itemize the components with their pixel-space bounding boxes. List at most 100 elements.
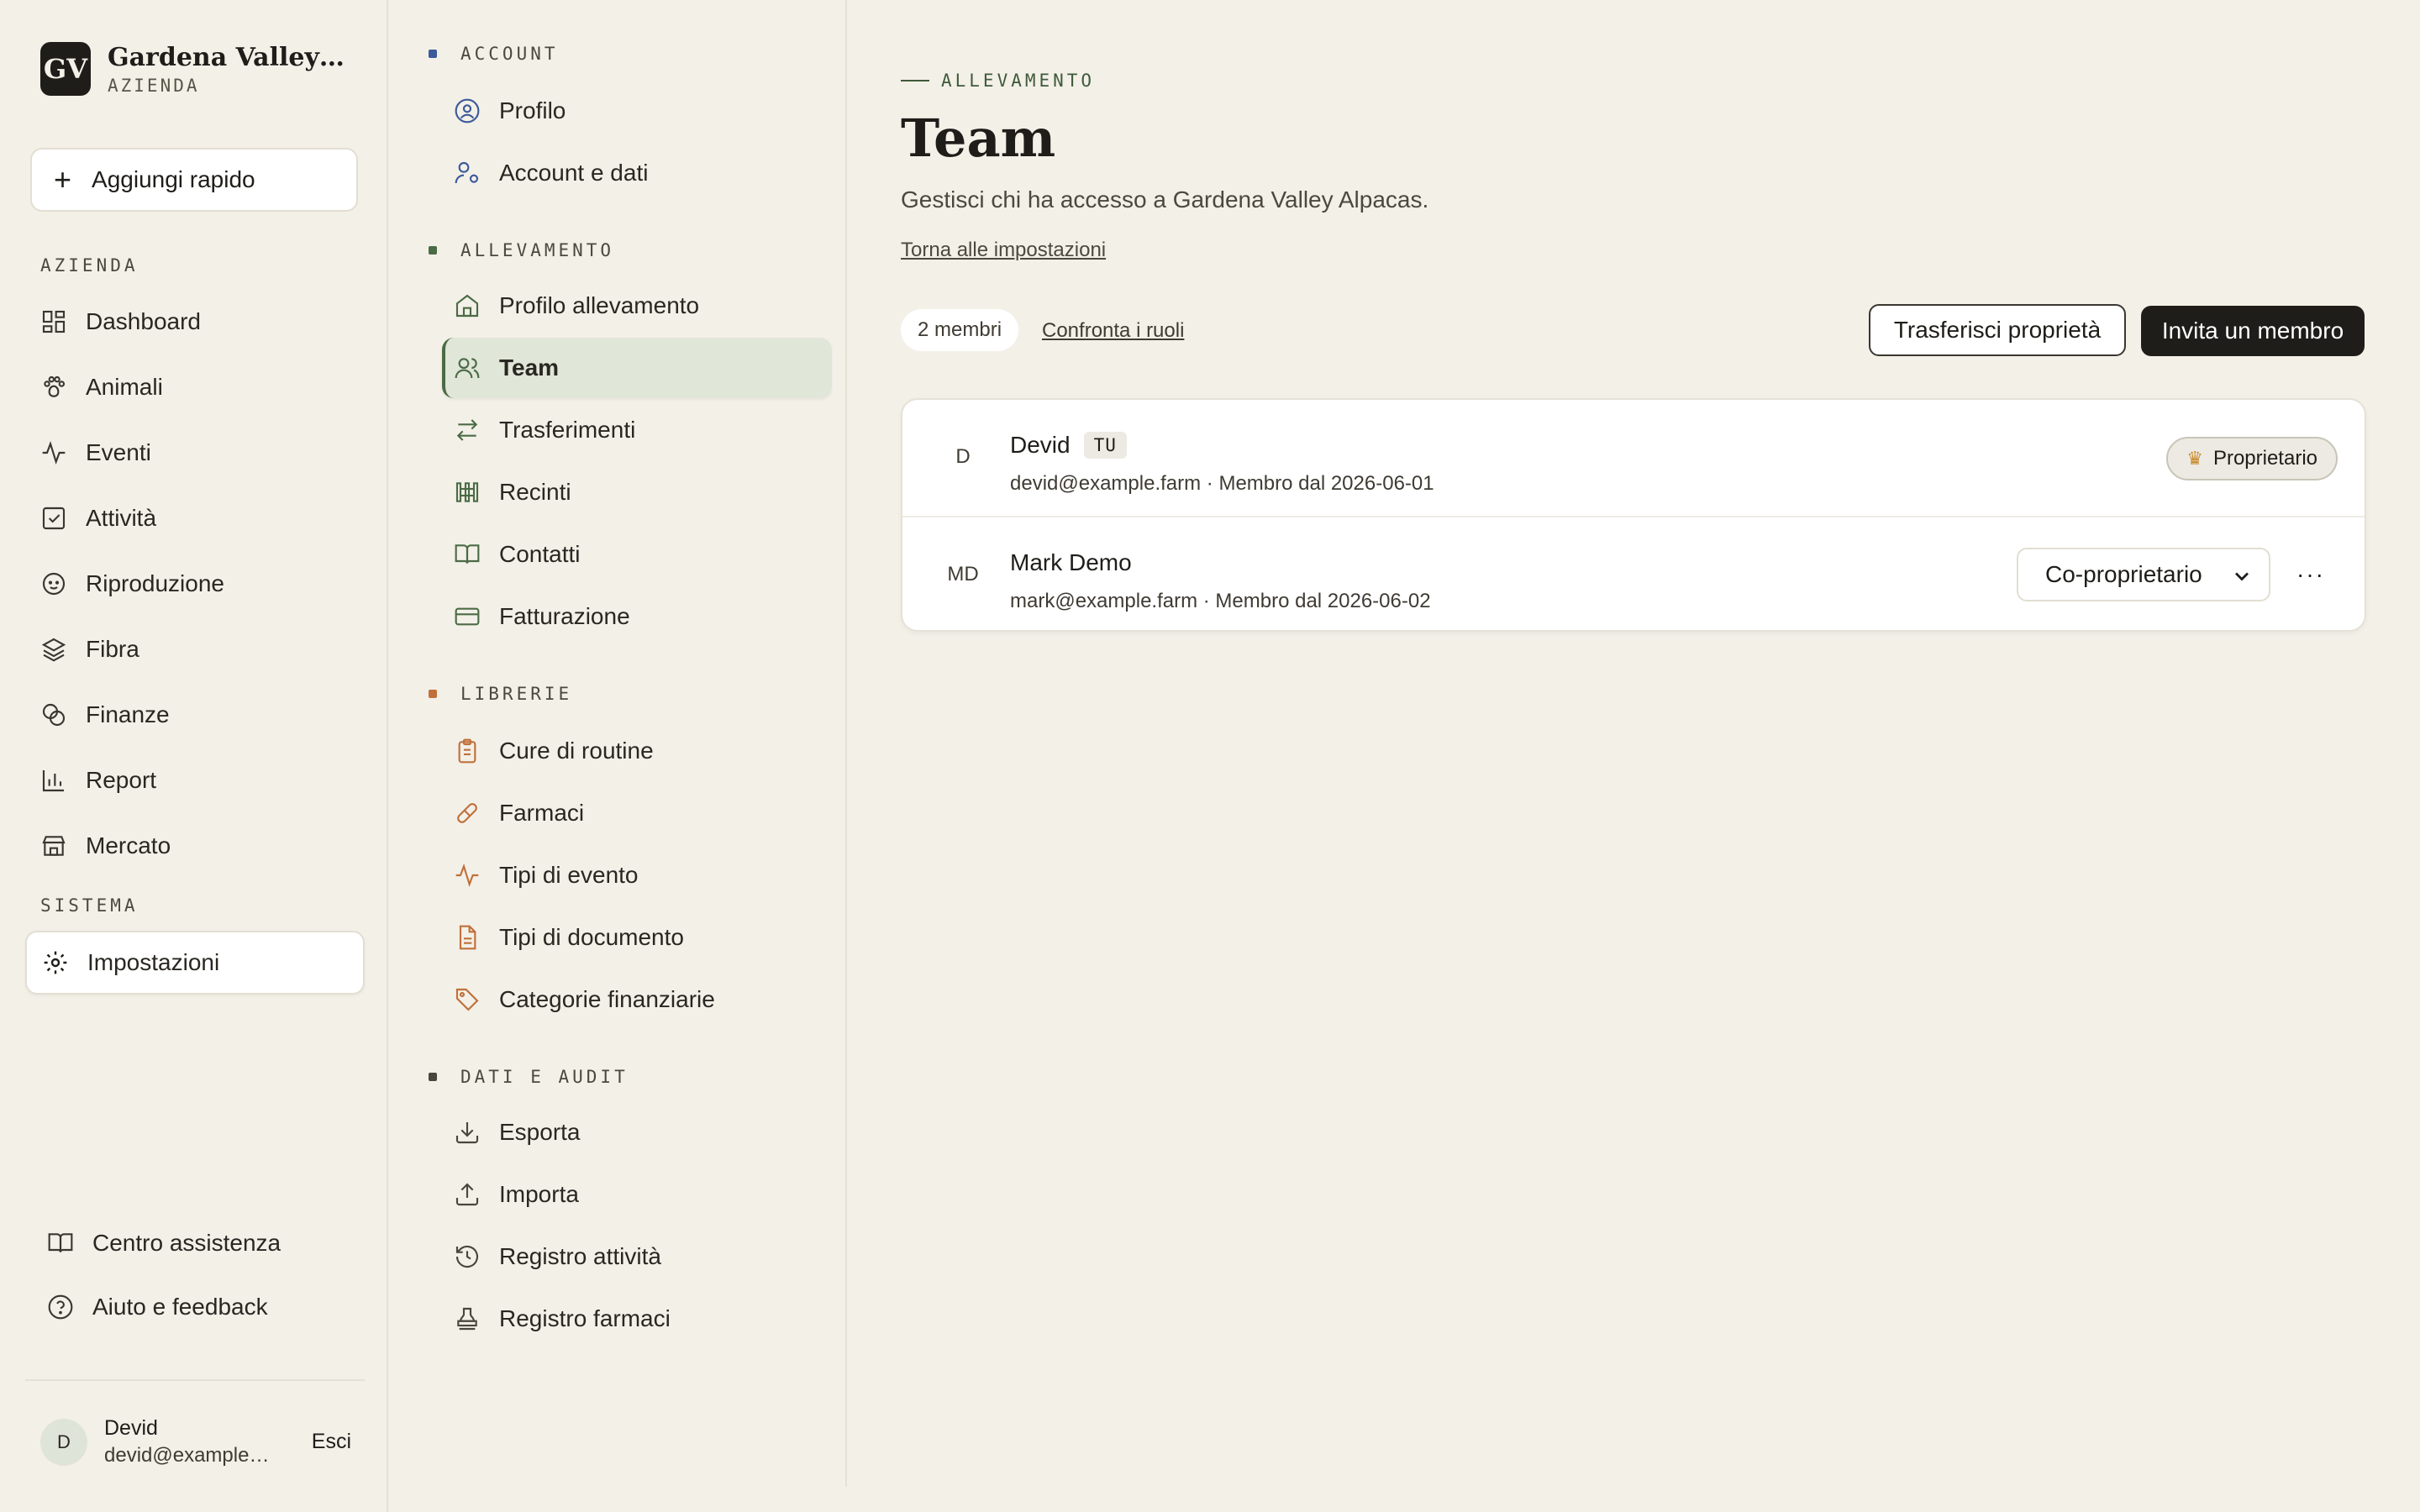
- plus-icon: +: [54, 162, 72, 197]
- you-badge: TU: [1083, 432, 1127, 459]
- paw-icon: [44, 375, 66, 397]
- users-icon: [455, 358, 480, 379]
- back-to-settings-link[interactable]: Torna alle impostazioni: [901, 239, 1106, 262]
- section-dot: [429, 1073, 437, 1081]
- brand-subtitle: AZIENDA: [108, 75, 200, 96]
- help-center-link[interactable]: Centro assistenza: [47, 1221, 281, 1265]
- stamp-icon: [457, 1307, 477, 1331]
- avatar: MD: [947, 563, 979, 585]
- settings-item-categorie-finanziarie[interactable]: Categorie finanziarie: [442, 969, 832, 1030]
- download-icon: [455, 1122, 479, 1144]
- sidebar-item-label: Dashboard: [86, 308, 201, 334]
- layers-icon: [41, 638, 66, 662]
- clipboard-icon: [458, 738, 476, 764]
- settings-item-tipi-evento[interactable]: Tipi di evento: [442, 845, 832, 906]
- sidebar-item-mercato[interactable]: Mercato: [25, 816, 365, 875]
- sidebar-item-eventi[interactable]: Eventi: [25, 423, 365, 482]
- section-dot: [429, 690, 437, 698]
- quick-add-button[interactable]: + Aggiungi rapido: [30, 148, 358, 212]
- sidebar-item-label: Fibra: [86, 636, 139, 662]
- sidebar-item-label: Riproduzione: [86, 570, 224, 596]
- feedback-link[interactable]: Aiuto e feedback: [47, 1285, 268, 1329]
- book-open-icon: [455, 544, 480, 564]
- pill-icon: [457, 803, 477, 823]
- logout-button[interactable]: Esci: [312, 1430, 351, 1454]
- compare-roles-link[interactable]: Confronta i ruoli: [1042, 319, 1184, 343]
- gear-icon: [44, 951, 67, 974]
- transfer-ownership-button[interactable]: Trasferisci proprietà: [1869, 304, 2126, 356]
- settings-item-team[interactable]: Team: [442, 338, 832, 398]
- table-row: D Devid TU devid@example.farm · Membro d…: [902, 400, 2365, 516]
- avatar[interactable]: D: [40, 1418, 87, 1466]
- settings-nav: ACCOUNT Profilo Account e dati ALLEVAMEN…: [388, 0, 847, 1487]
- sidebar-item-animali[interactable]: Animali: [25, 358, 365, 417]
- activity-icon: [42, 441, 66, 465]
- sidebar-item-finanze[interactable]: Finanze: [25, 685, 365, 744]
- settings-item-farmaci[interactable]: Farmaci: [442, 783, 832, 843]
- section-librerie: LIBRERIE: [429, 684, 572, 704]
- member-meta: devid@example.farm · Membro dal 2026-06-…: [1010, 472, 1434, 495]
- settings-item-registro-attivita[interactable]: Registro attività: [442, 1226, 832, 1287]
- bar-chart-icon: [42, 770, 64, 792]
- file-text-icon: [459, 925, 476, 950]
- table-row: MD Mark Demo mark@example.farm · Membro …: [902, 516, 2365, 632]
- help-center-label: Centro assistenza: [92, 1230, 281, 1256]
- settings-item-recinti[interactable]: Recinti: [442, 462, 832, 522]
- more-options-button[interactable]: ···: [2292, 556, 2329, 593]
- settings-item-importa[interactable]: Importa: [442, 1164, 832, 1225]
- settings-item-trasferimenti[interactable]: Trasferimenti: [442, 400, 832, 460]
- section-dot: [429, 50, 437, 58]
- section-sistema: SISTEMA: [40, 895, 139, 916]
- sidebar-item-label: Impostazioni: [87, 949, 220, 975]
- status-badge: ♛ Proprietario: [2166, 437, 2338, 480]
- sidebar-item-dashboard[interactable]: Dashboard: [25, 292, 365, 351]
- user-name: Devid: [104, 1416, 158, 1440]
- settings-item-contatti[interactable]: Contatti: [442, 524, 832, 585]
- settings-item-registro-farmaci[interactable]: Registro farmaci: [442, 1289, 832, 1349]
- settings-item-fatturazione[interactable]: Fatturazione: [442, 586, 832, 647]
- settings-item-cure-routine[interactable]: Cure di routine: [442, 721, 832, 781]
- settings-item-profilo[interactable]: Profilo: [442, 81, 832, 141]
- sidebar-item-label: Attività: [86, 505, 157, 531]
- section-allevamento: ALLEVAMENTO: [429, 240, 614, 260]
- section-account: ACCOUNT: [429, 44, 559, 64]
- sidebar-item-impostazioni[interactable]: Impostazioni: [25, 931, 365, 995]
- members-list: D Devid TU devid@example.farm · Membro d…: [901, 398, 2366, 632]
- history-icon: [455, 1245, 479, 1268]
- settings-item-tipi-documento[interactable]: Tipi di documento: [442, 907, 832, 968]
- settings-item-esporta[interactable]: Esporta: [442, 1102, 832, 1163]
- chevron-down-icon: [2235, 572, 2249, 581]
- sidebar-item-fibra[interactable]: Fibra: [25, 620, 365, 679]
- invite-member-button[interactable]: Invita un membro: [2141, 306, 2365, 356]
- user-cog-icon: [455, 161, 479, 184]
- brand[interactable]: GV Gardena Valley Alpacas AZIENDA: [40, 42, 351, 96]
- sidebar-item-label: Mercato: [86, 832, 171, 858]
- settings-item-account-dati[interactable]: Account e dati: [442, 143, 832, 203]
- home-icon: [455, 294, 479, 318]
- eyebrow: ALLEVAMENTO: [901, 71, 1095, 91]
- tag-icon: [455, 988, 479, 1011]
- dashboard-icon: [42, 310, 66, 333]
- user-email: devid@example.farm: [104, 1444, 272, 1467]
- sidebar-item-report[interactable]: Report: [25, 751, 365, 810]
- role-select[interactable]: Co-proprietario: [2017, 548, 2270, 601]
- app-sidebar: GV Gardena Valley Alpacas AZIENDA + Aggi…: [0, 0, 388, 1512]
- feedback-label: Aiuto e feedback: [92, 1294, 268, 1320]
- sidebar-item-riproduzione[interactable]: Riproduzione: [25, 554, 365, 613]
- coins-icon: [42, 703, 66, 727]
- member-name: Devid: [1010, 432, 1071, 458]
- help-circle-icon: [48, 1294, 73, 1320]
- member-meta: mark@example.farm · Membro dal 2026-06-0…: [1010, 590, 1431, 612]
- store-icon: [42, 836, 66, 856]
- sidebar-item-attivita[interactable]: Attività: [25, 489, 365, 548]
- baby-icon: [42, 572, 66, 596]
- brand-logo: GV: [40, 42, 91, 96]
- section-azienda: AZIENDA: [40, 255, 139, 276]
- member-count-badge: 2 membri: [901, 309, 1019, 351]
- user-card: D Devid devid@example.farm Esci: [40, 1416, 351, 1467]
- sidebar-item-label: Finanze: [86, 701, 170, 727]
- page-title: Team: [901, 108, 1056, 169]
- sidebar-item-label: Animali: [86, 374, 163, 400]
- user-circle-icon: [455, 98, 480, 123]
- settings-item-profilo-allevamento[interactable]: Profilo allevamento: [442, 276, 832, 336]
